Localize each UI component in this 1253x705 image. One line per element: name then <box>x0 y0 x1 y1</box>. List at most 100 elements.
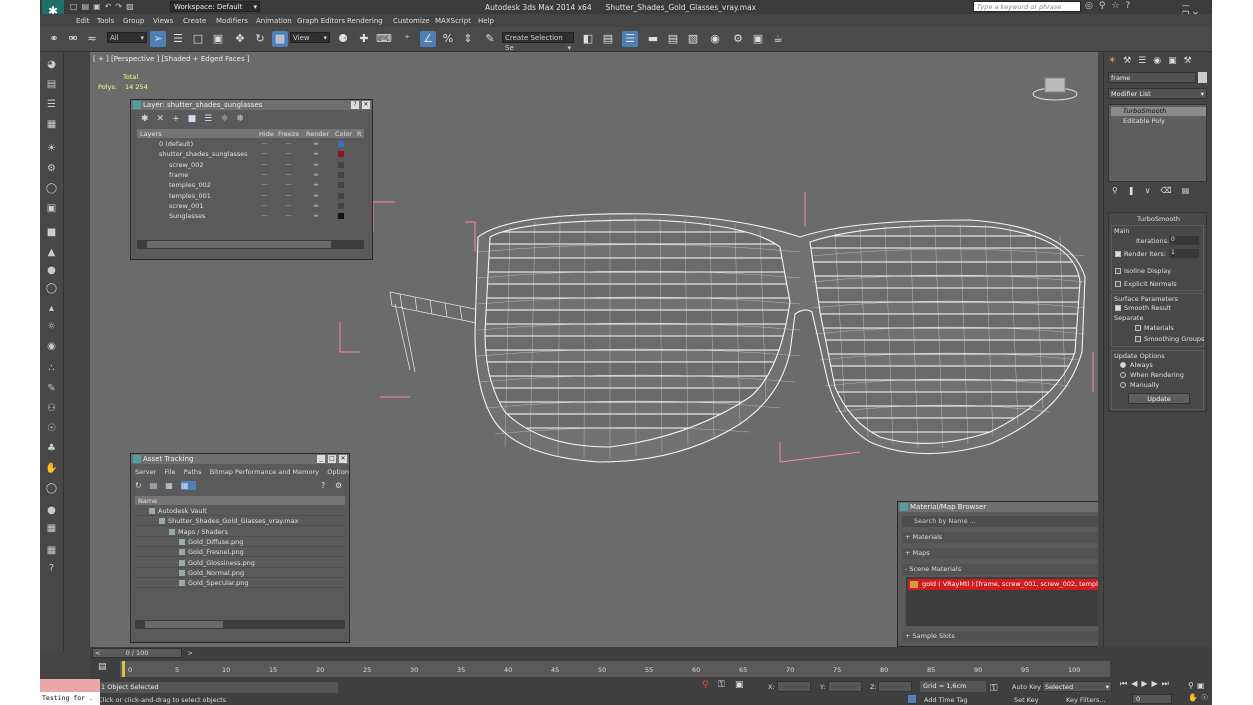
render-iters-checkbox[interactable] <box>1115 251 1121 257</box>
pyramid-icon[interactable]: ▴ <box>44 302 59 316</box>
layer-color-swatch[interactable] <box>338 171 344 178</box>
select-in-layer-icon[interactable]: ■ <box>188 114 205 124</box>
workspace-dropdown[interactable]: Workspace: Default ▾ <box>170 1 260 12</box>
layer-color-swatch[interactable] <box>338 151 344 158</box>
section-sample-slots[interactable]: + Sample Slots <box>902 631 1098 642</box>
y-coord-field[interactable] <box>828 681 862 692</box>
wheel-icon[interactable]: ◯ <box>44 482 59 496</box>
col-render[interactable]: Render <box>306 130 329 138</box>
hide-toggle[interactable]: — <box>261 191 268 199</box>
add-to-layer-icon[interactable]: + <box>172 114 188 124</box>
render-teapot-icon[interactable]: ☕ <box>313 160 319 168</box>
pan-icon[interactable]: ✋ <box>1188 693 1201 702</box>
edit-named-selection-icon[interactable]: ✎ <box>482 31 498 47</box>
frame-spinner[interactable]: 0 <box>1132 694 1172 704</box>
asset-menu-options[interactable]: Options <box>327 468 349 476</box>
minimize-icon[interactable]: _ <box>317 455 325 463</box>
prev-frame-icon[interactable]: < <box>95 649 100 658</box>
manually-radio[interactable] <box>1120 382 1126 388</box>
schematic-view-icon[interactable]: ▧ <box>685 31 701 47</box>
maxscript-listener[interactable] <box>40 679 100 692</box>
freeze-toggle[interactable]: — <box>285 201 292 209</box>
layer-color-swatch[interactable] <box>338 202 344 209</box>
snaps-toggle-icon[interactable]: ⁺ <box>399 31 415 47</box>
section-maps[interactable]: + Maps <box>902 548 1098 559</box>
layer-color-swatch[interactable] <box>338 182 344 189</box>
show-end-result-icon[interactable]: ❚ <box>1128 186 1145 195</box>
mini-curve-icon[interactable]: ▤ <box>98 662 107 672</box>
auto-key-button[interactable]: Auto Key <box>1012 683 1041 691</box>
menu-help[interactable]: Help <box>478 17 494 25</box>
redo-icon[interactable]: ↷ <box>115 2 126 11</box>
graphite-ribbon-icon[interactable]: ▬ <box>645 31 661 47</box>
menu-animation[interactable]: Animation <box>256 17 292 25</box>
prev-key-icon[interactable]: ◀ <box>1131 679 1141 688</box>
menu-modifiers[interactable]: Modifiers <box>216 17 248 25</box>
hide-toggle[interactable]: — <box>261 201 268 209</box>
cone-icon[interactable]: ▲ <box>44 246 59 260</box>
zoom-icon[interactable]: ⚲ <box>1188 681 1197 690</box>
iterations-spinner[interactable]: 0 <box>1169 236 1199 245</box>
scroll-thumb[interactable] <box>147 241 331 248</box>
key-icon[interactable]: ⚲ <box>1099 1 1112 11</box>
ball-icon[interactable]: ● <box>44 504 59 518</box>
stack-item-turbosmooth[interactable]: TurboSmooth <box>1111 107 1206 116</box>
materials-checkbox[interactable] <box>1135 325 1141 331</box>
material-browser-title[interactable]: Material/Map Browser <box>898 502 1098 512</box>
pin-stack-icon[interactable]: ⚲ <box>1112 186 1128 195</box>
particle-icon[interactable]: ∴ <box>44 362 59 376</box>
scale-icon[interactable]: ▩ <box>272 31 288 47</box>
material-browser-window[interactable]: Material/Map Browser ✕ Search by Name ..… <box>897 501 1098 647</box>
col-r[interactable]: R <box>357 130 362 138</box>
move-icon[interactable]: ✥ <box>232 31 248 47</box>
settings-icon[interactable]: ⚙ <box>335 481 349 490</box>
remove-modifier-icon[interactable]: ⌫ <box>1160 186 1181 195</box>
modifier-list-dropdown[interactable]: Modifier List ▾ <box>1108 88 1207 99</box>
stack-item-editable-poly[interactable]: Editable Poly <box>1111 117 1165 125</box>
menu-views[interactable]: Views <box>153 17 173 25</box>
scene-explorer-icon[interactable]: ▤ <box>44 78 59 92</box>
selection-filter-dropdown[interactable]: All ▾ <box>107 32 147 43</box>
layer-color-swatch[interactable] <box>338 141 344 147</box>
asset-menu-bitmap[interactable]: Bitmap Performance and Memory <box>210 468 319 476</box>
layer-row[interactable]: frame — — ☕ <box>137 170 364 180</box>
new-file-icon[interactable]: □ <box>70 2 82 11</box>
section-scene-materials[interactable]: - Scene Materials <box>902 564 1098 575</box>
mirror-icon[interactable]: ◧ <box>580 31 596 47</box>
freeze-all-icon[interactable]: ❄ <box>236 114 252 124</box>
configure-sets-icon[interactable]: ▤ <box>1182 186 1200 195</box>
render-teapot-icon[interactable]: ☕ <box>313 191 319 199</box>
play-icon[interactable]: ▶ <box>1141 679 1151 688</box>
display-tab-icon[interactable]: ▣ <box>1168 56 1184 66</box>
make-unique-icon[interactable]: ∨ <box>1145 186 1161 195</box>
motion-tab-icon[interactable]: ◉ <box>1153 56 1168 66</box>
minimize-icon[interactable]: — <box>1182 1 1193 10</box>
layer-scrollbar[interactable] <box>137 240 364 249</box>
open-file-icon[interactable]: ▤ <box>82 2 94 11</box>
align-icon[interactable]: ▤ <box>600 31 616 47</box>
render-teapot-icon[interactable]: ☕ <box>313 139 319 147</box>
unlink-icon[interactable]: ⚮ <box>65 31 81 47</box>
binoculars-icon[interactable]: ◎ <box>1085 1 1099 11</box>
help-icon[interactable]: ? <box>321 481 333 490</box>
render-production-icon[interactable]: ☕ <box>770 31 786 47</box>
col-layers[interactable]: Layers <box>140 130 162 138</box>
scroll-thumb[interactable] <box>145 621 223 628</box>
light-icon[interactable]: ☀ <box>44 142 59 156</box>
table-icon[interactable]: ▦ <box>44 118 59 132</box>
x-coord-field[interactable] <box>777 681 811 692</box>
smooth-result-checkbox[interactable] <box>1115 305 1121 311</box>
sphere-icon[interactable]: ● <box>44 264 59 278</box>
asset-tracking-window[interactable]: Asset Tracking _ □ ✕ Server File Paths B… <box>130 453 350 643</box>
tree-icon[interactable]: ♣ <box>44 442 59 456</box>
create-tab-icon[interactable]: ☀ <box>1108 56 1123 66</box>
asset-row[interactable]: Gold_Diffuse.png <box>135 537 345 547</box>
freeze-toggle[interactable]: — <box>285 211 292 219</box>
asset-row[interactable]: Maps / Shaders <box>135 527 345 537</box>
delete-layer-icon[interactable]: ✕ <box>157 114 173 124</box>
when-rendering-radio[interactable] <box>1120 372 1126 378</box>
update-button[interactable]: Update <box>1128 393 1190 404</box>
lock-icon[interactable]: ⚿ <box>718 680 725 690</box>
lock-selection-icon[interactable]: ⚲ <box>702 680 709 690</box>
material-search-input[interactable]: Search by Name ... <box>902 516 1098 527</box>
